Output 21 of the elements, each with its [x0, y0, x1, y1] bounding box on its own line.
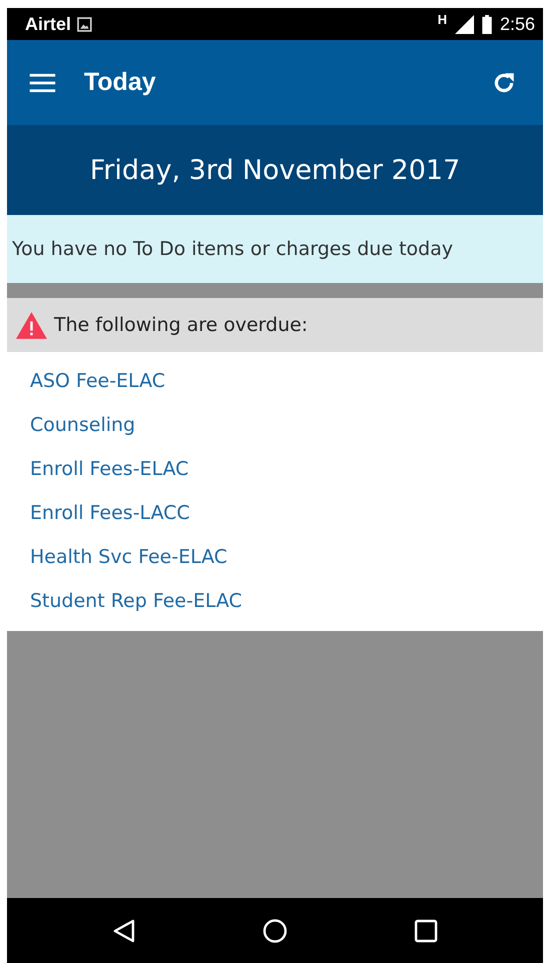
- image-icon: [77, 16, 92, 32]
- date-heading: Friday, 3rd November 2017: [90, 154, 460, 186]
- clock-time: 2:56: [500, 14, 535, 34]
- overdue-link[interactable]: Enroll Fees-LACC: [30, 491, 190, 535]
- signal-icon: [454, 14, 474, 34]
- overdue-link[interactable]: Counseling: [30, 403, 136, 447]
- overdue-link[interactable]: Student Rep Fee-ELAC: [30, 579, 242, 623]
- warning-icon: [15, 310, 48, 340]
- menu-icon[interactable]: [29, 72, 56, 92]
- overdue-link[interactable]: Enroll Fees-ELAC: [30, 447, 189, 491]
- network-type: H: [438, 12, 447, 27]
- overdue-link[interactable]: ASO Fee-ELAC: [30, 359, 166, 403]
- screen-title: Today: [84, 68, 156, 97]
- back-icon[interactable]: [111, 918, 137, 944]
- carrier-name: Airtel: [25, 14, 72, 34]
- home-icon[interactable]: [262, 918, 288, 944]
- notice-text: You have no To Do items or charges due today: [12, 238, 453, 260]
- overview-icon[interactable]: [413, 918, 439, 944]
- battery-icon: [482, 14, 492, 34]
- overdue-link[interactable]: Health Svc Fee-ELAC: [30, 535, 228, 579]
- overdue-heading: The following are overdue:: [54, 314, 308, 336]
